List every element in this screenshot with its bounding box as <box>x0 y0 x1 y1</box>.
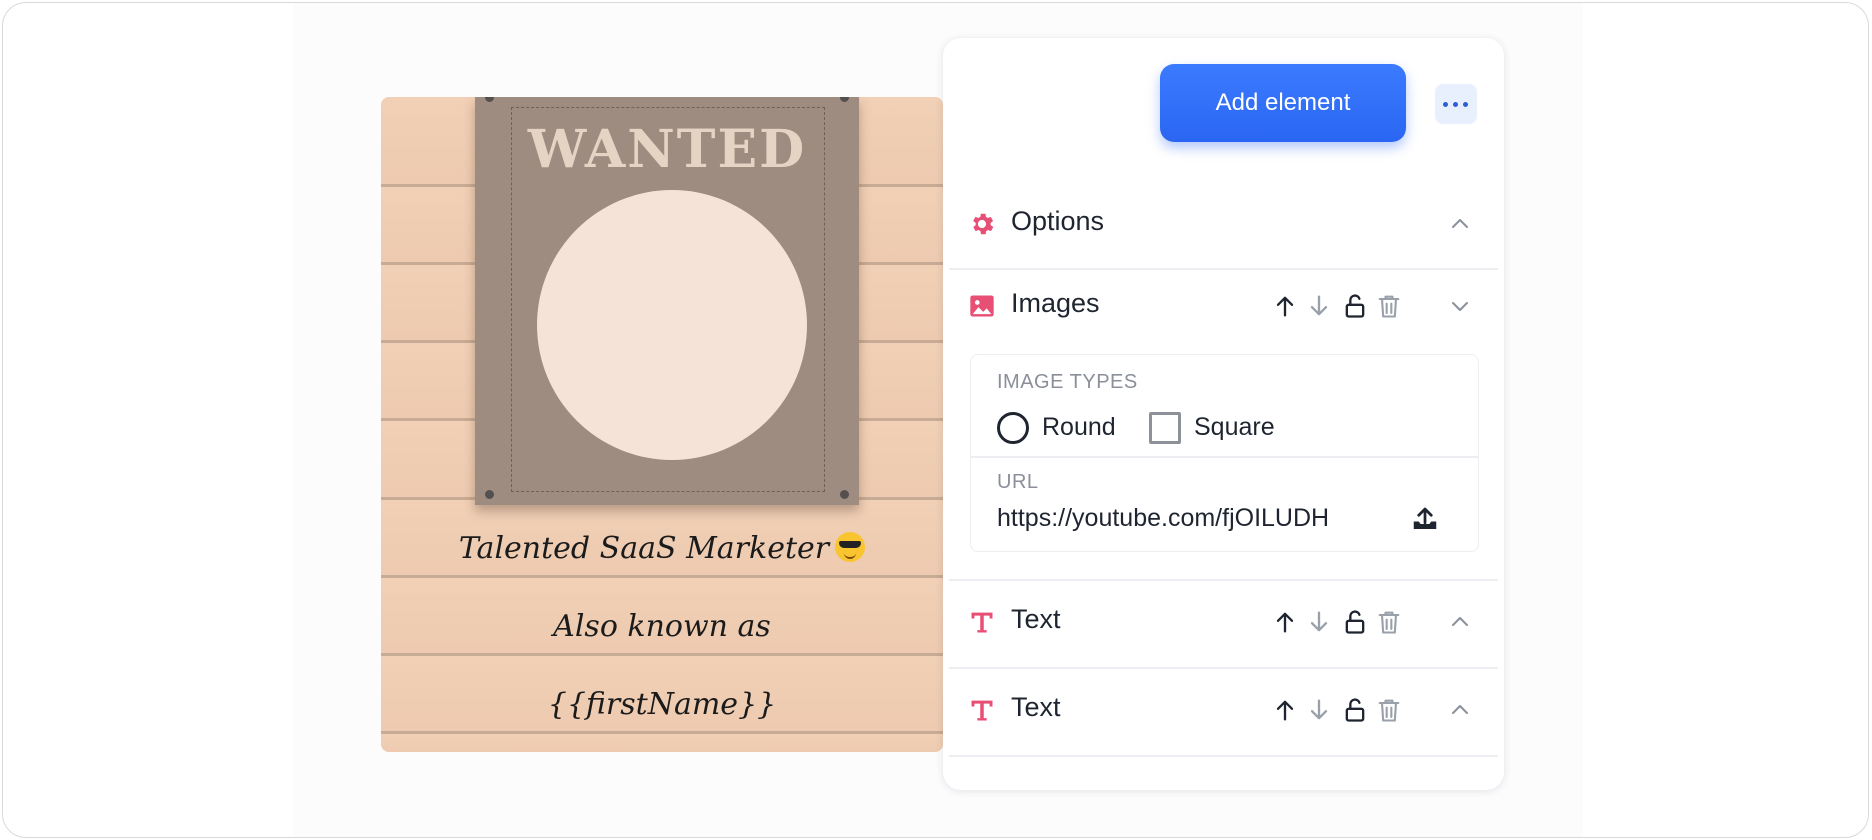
arrow-down-icon[interactable] <box>1305 608 1333 636</box>
radio-round-icon[interactable] <box>997 412 1029 444</box>
section-text-1-header[interactable]: Text <box>943 582 1504 662</box>
arrow-up-icon[interactable] <box>1271 292 1299 320</box>
nail-icon <box>840 490 849 499</box>
section-text-2-title: Text <box>1011 692 1061 722</box>
unlock-icon[interactable] <box>1341 696 1369 724</box>
canvas-text-line-2[interactable]: Also known as <box>381 609 943 644</box>
nail-icon <box>485 490 494 499</box>
trash-icon[interactable] <box>1375 292 1403 320</box>
trash-icon[interactable] <box>1375 696 1403 724</box>
image-icon <box>970 295 994 317</box>
poster-title: WANTED <box>527 119 807 180</box>
gear-icon <box>973 213 994 235</box>
canvas-text-line-1-label: Talented SaaS Marketer <box>458 531 830 566</box>
image-box-divider <box>971 456 1478 458</box>
wanted-poster[interactable]: WANTED <box>475 97 859 505</box>
section-options-header[interactable]: Options <box>943 184 1504 264</box>
image-type-round-option[interactable]: Round <box>997 411 1127 445</box>
url-input[interactable] <box>997 504 1377 533</box>
images-toolbar <box>1271 292 1401 320</box>
unlock-icon[interactable] <box>1341 292 1369 320</box>
upload-icon[interactable] <box>1410 503 1440 535</box>
checkbox-square-icon[interactable] <box>1149 412 1181 444</box>
trash-icon[interactable] <box>1375 608 1403 636</box>
section-options-title: Options <box>1011 206 1105 236</box>
arrow-up-icon[interactable] <box>1271 696 1299 724</box>
arrow-down-icon[interactable] <box>1305 292 1333 320</box>
section-divider <box>949 667 1498 669</box>
arrow-up-icon[interactable] <box>1271 608 1299 636</box>
chevron-up-icon[interactable] <box>1448 610 1472 634</box>
element-panel: Add element Options Images IMAGE TYPES R… <box>943 38 1504 790</box>
canvas-text-line-1[interactable]: Talented SaaS Marketer <box>381 531 943 566</box>
round-image-placeholder[interactable] <box>537 190 807 460</box>
section-images-header[interactable]: Images <box>943 266 1504 346</box>
app-frame: WANTED Talented SaaS Marketer Also known… <box>2 2 1869 838</box>
more-options-button[interactable] <box>1435 84 1477 124</box>
section-divider <box>949 755 1498 757</box>
text-2-toolbar <box>1271 696 1401 724</box>
text-1-toolbar <box>1271 608 1401 636</box>
text-t-icon <box>971 612 993 633</box>
section-images-title: Images <box>1011 288 1100 318</box>
ellipsis-icon <box>1453 102 1458 107</box>
add-element-button[interactable]: Add element <box>1160 64 1406 142</box>
images-settings-box: IMAGE TYPES Round Square URL <box>970 354 1479 552</box>
image-types-label: IMAGE TYPES <box>997 371 1138 393</box>
ellipsis-icon <box>1443 102 1448 107</box>
sunglasses-emoji-icon <box>835 532 866 562</box>
chevron-up-icon[interactable] <box>1448 212 1472 236</box>
certificate-canvas[interactable]: WANTED Talented SaaS Marketer Also known… <box>381 97 943 752</box>
section-text-1-title: Text <box>1011 604 1061 634</box>
image-type-square-label: Square <box>1194 413 1275 441</box>
url-label: URL <box>997 471 1039 493</box>
image-type-square-option[interactable]: Square <box>1149 411 1299 445</box>
chevron-down-icon[interactable] <box>1448 294 1472 318</box>
ellipsis-icon <box>1463 102 1468 107</box>
wood-plank <box>381 734 943 752</box>
nail-icon <box>840 97 849 102</box>
nail-icon <box>485 97 494 102</box>
section-divider <box>949 579 1498 581</box>
section-text-2-header[interactable]: Text <box>943 670 1504 750</box>
arrow-down-icon[interactable] <box>1305 696 1333 724</box>
image-type-round-label: Round <box>1042 413 1116 441</box>
text-t-icon <box>971 700 993 721</box>
chevron-up-icon[interactable] <box>1448 698 1472 722</box>
canvas-text-line-3[interactable]: {{firstName}} <box>381 687 943 722</box>
unlock-icon[interactable] <box>1341 608 1369 636</box>
